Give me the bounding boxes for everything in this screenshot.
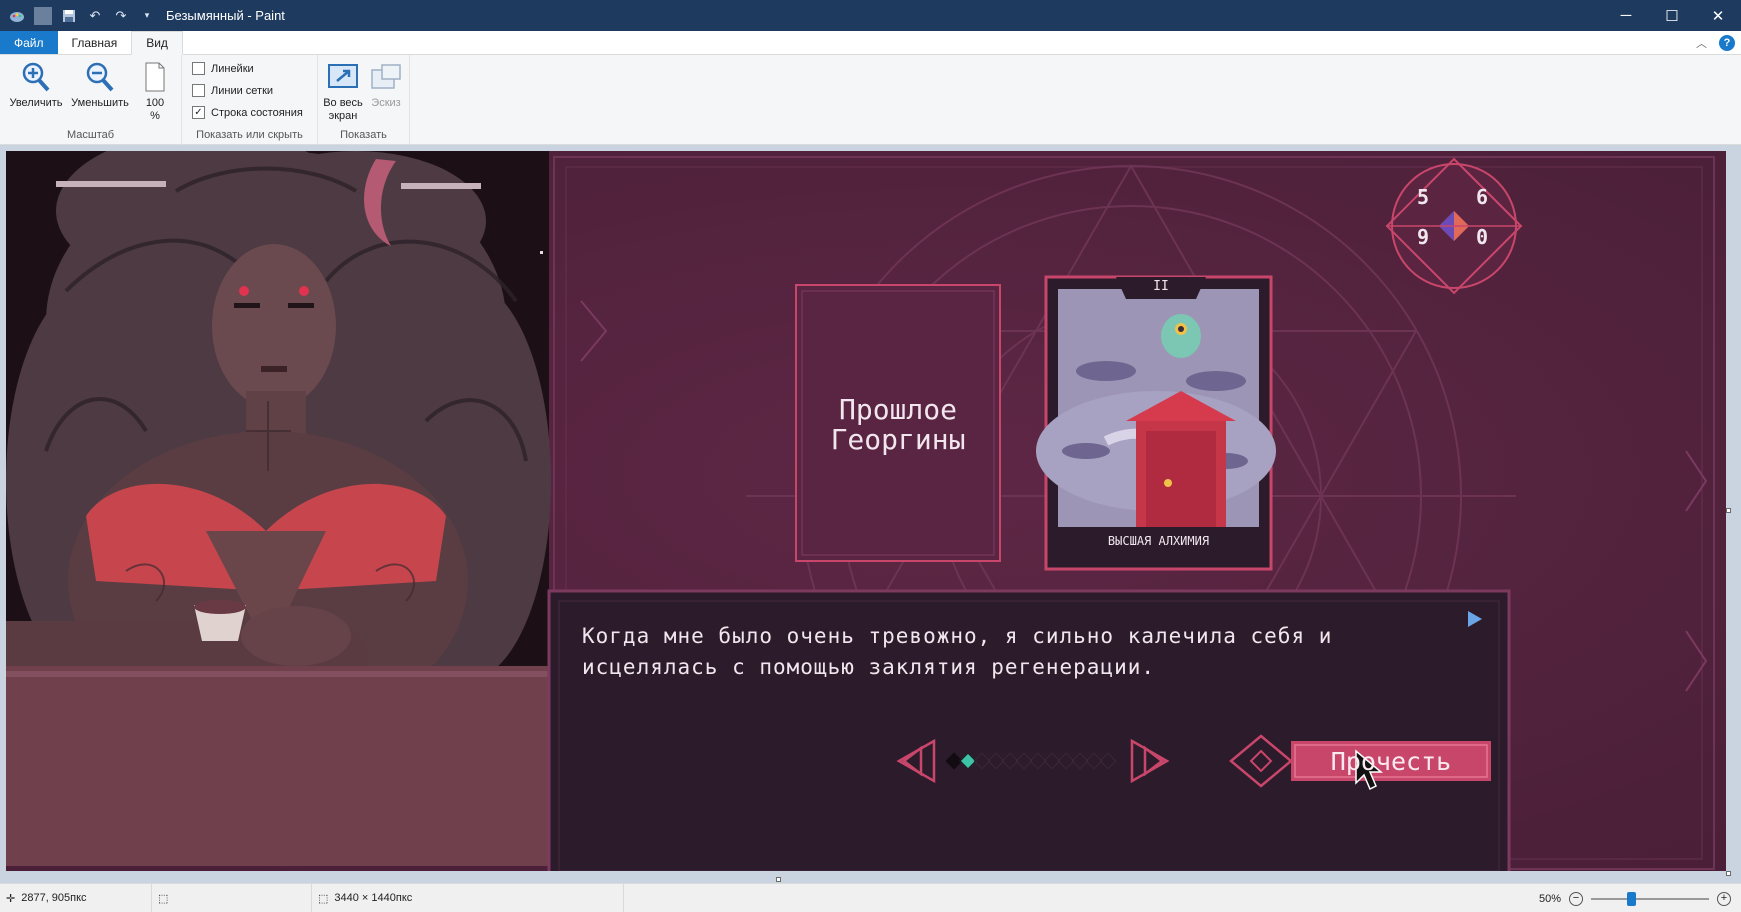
zoom-slider-thumb[interactable] (1627, 891, 1636, 906)
gridlines-checkbox-box[interactable] (192, 84, 205, 97)
zoom-group: Увеличить Уменьшить 100 % Масштаб (0, 55, 182, 145)
ribbon-tabs: Файл Главная Вид ︿ ? (0, 31, 1741, 55)
card-slot-label-line2: Георгины (830, 423, 966, 456)
window-title: Безымянный - Paint (166, 8, 285, 23)
fullscreen-button[interactable]: Во весь экран (322, 59, 364, 123)
card-name[interactable]: ВЫСШАЯ АЛХИМИЯ (1046, 534, 1271, 548)
resize-handle-bottom[interactable] (776, 877, 781, 882)
counter-bottom-left: 9 (1417, 225, 1430, 249)
paint-app-icon[interactable] (8, 7, 26, 25)
resize-handle-right[interactable] (1726, 508, 1731, 513)
zoom-out-button[interactable]: Уменьшить (68, 59, 132, 110)
zoom-in-icon (19, 59, 53, 95)
tab-file[interactable]: Файл (0, 31, 58, 54)
canvas-image[interactable]: 5 6 9 0 Прошлое Георгины II ВЫСШАЯ АЛХИМ… (6, 151, 1726, 871)
tab-view[interactable]: Вид (131, 31, 183, 55)
dialog-line-2: исцелялась с помощью заклятия регенераци… (582, 655, 1156, 679)
redo-icon[interactable]: ↷ (112, 7, 130, 25)
zoom-level: 50% (1538, 892, 1561, 905)
counter-top-left: 5 (1417, 185, 1430, 209)
tab-home[interactable]: Главная (58, 31, 132, 54)
cursor-position-icon: ✛ (6, 892, 16, 905)
ribbon: Увеличить Уменьшить 100 % Масштаб Линейк… (0, 55, 1741, 145)
fullscreen-icon (326, 59, 360, 95)
zoom-in-small-icon[interactable]: + (1717, 891, 1731, 906)
cursor-position-text: 2877, 905пкс (21, 892, 87, 904)
thumbnail-icon (369, 59, 403, 95)
page-100-icon (138, 59, 172, 95)
rulers-label: Линейки (211, 62, 254, 75)
image-size: ⬚ 3440 × 1440пкс (312, 884, 624, 912)
image-size-text: 3440 × 1440пкс (334, 892, 413, 904)
prev-arrow-button[interactable] (896, 739, 938, 783)
card-slot-label-line1: Прошлое (838, 393, 957, 426)
zoom-100-button[interactable]: 100 % (138, 59, 172, 123)
display-group-label: Показать (340, 129, 387, 141)
fullscreen-label-line1: Во весь (323, 97, 363, 109)
zoom-slider-track[interactable] (1591, 897, 1709, 900)
read-button[interactable]: Прочесть (1291, 741, 1491, 781)
maximize-button[interactable]: ☐ (1649, 0, 1695, 31)
zoom-out-label: Уменьшить (71, 97, 129, 109)
selection-icon: ⬚ (158, 892, 169, 905)
title-bar: ↶ ↷ ▾ Безымянный - Paint ─ ☐ ✕ (0, 0, 1741, 31)
next-arrow-button[interactable] (1129, 739, 1171, 783)
zoom-100-percent: % (150, 110, 160, 122)
resize-handle-corner[interactable] (1726, 871, 1731, 876)
zoom-out-icon (83, 59, 117, 95)
gridlines-label: Линии сетки (211, 84, 274, 97)
zoom-slider[interactable] (1591, 891, 1709, 906)
zoom-out-small-icon[interactable]: − (1569, 891, 1583, 906)
rulers-checkbox-box[interactable] (192, 62, 205, 75)
customize-toolbar-icon[interactable]: ▾ (138, 7, 156, 25)
close-button[interactable]: ✕ (1695, 0, 1741, 31)
zoom-in-button[interactable]: Увеличить (8, 59, 64, 110)
statusbar-checkbox[interactable]: ✓ Строка состояния (192, 106, 303, 119)
dialog-line-1: Когда мне было очень тревожно, я сильно … (582, 624, 1333, 648)
zoom-100-label: 100 (145, 97, 165, 109)
thumbnail-button[interactable]: Эскиз (366, 59, 406, 110)
gridlines-checkbox[interactable]: Линии сетки (192, 84, 273, 97)
show-hide-group: Линейки Линии сетки ✓ Строка состояния П… (182, 55, 318, 145)
dialog-text: Когда мне было очень тревожно, я сильно … (582, 621, 1332, 683)
zoom-group-label: Масштаб (66, 129, 115, 141)
toolbar-separator (34, 6, 52, 25)
status-bar: ✛ 2877, 905пкс ⬚ ⬚ 3440 × 1440пкс 50% − … (0, 883, 1741, 912)
counter-bottom-right: 0 (1476, 225, 1489, 249)
help-icon[interactable]: ? (1719, 34, 1735, 51)
image-size-icon: ⬚ (318, 892, 329, 905)
counter-top-right: 6 (1476, 185, 1489, 209)
statusbar-label: Строка состояния (211, 106, 303, 119)
thumbnail-label: Эскиз (371, 97, 401, 109)
minimize-ribbon-icon[interactable]: ︿ (1696, 35, 1707, 51)
minimize-button[interactable]: ─ (1603, 0, 1649, 31)
progress-diamond (1099, 752, 1117, 770)
save-icon[interactable] (60, 7, 78, 25)
display-group: Во весь экран Эскиз Показать (318, 55, 410, 145)
show-hide-group-label: Показать или скрыть (196, 129, 303, 141)
rulers-checkbox[interactable]: Линейки (192, 62, 254, 75)
zoom-in-label: Увеличить (9, 97, 63, 109)
dialog-progress (945, 752, 1117, 770)
cursor-position: ✛ 2877, 905пкс (0, 884, 152, 912)
zoom-control: 50% − + (1539, 884, 1731, 912)
canvas-area[interactable]: 5 6 9 0 Прошлое Георгины II ВЫСШАЯ АЛХИМ… (0, 145, 1741, 883)
statusbar-checkbox-box[interactable]: ✓ (192, 106, 205, 119)
undo-icon[interactable]: ↶ (86, 7, 104, 25)
card-slot-label: Прошлое Георгины (796, 395, 1000, 455)
card-numeral: II (1153, 279, 1169, 294)
fullscreen-label-line2: экран (328, 110, 358, 122)
selection-size: ⬚ (152, 884, 312, 912)
